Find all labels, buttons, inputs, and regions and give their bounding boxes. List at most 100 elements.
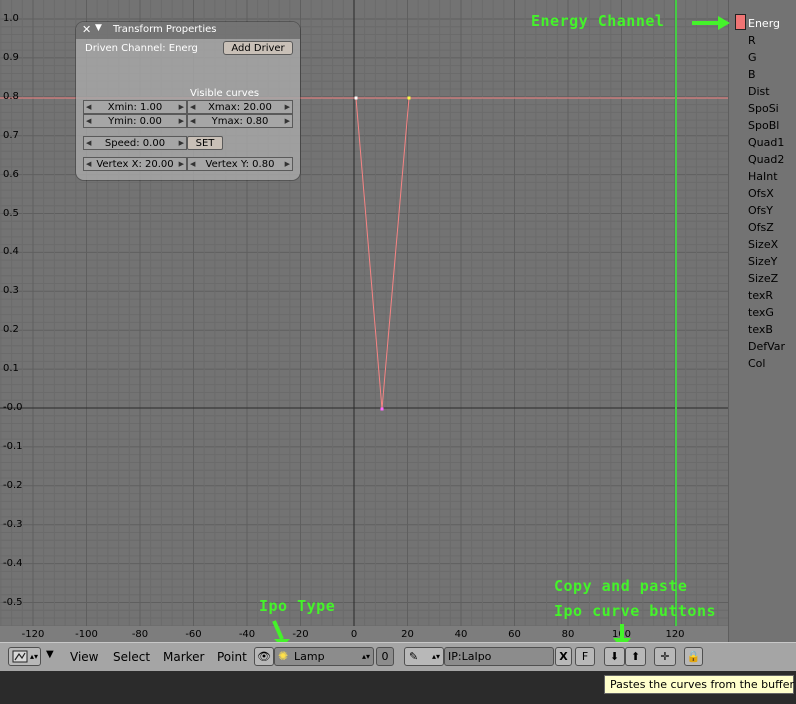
xmin-field[interactable]: ◀ Xmin: 1.00 ▶: [83, 100, 187, 114]
increment-icon[interactable]: ▶: [285, 101, 290, 114]
crosshair-icon: ✛: [660, 650, 670, 663]
ipo-name-field[interactable]: IP:LaIpo: [444, 647, 554, 666]
channel-item-g[interactable]: G: [748, 51, 757, 64]
set-speed-button[interactable]: SET: [187, 136, 223, 150]
decrement-icon[interactable]: ◀: [190, 158, 195, 171]
channel-item-quad1[interactable]: Quad1: [748, 136, 784, 149]
increment-icon[interactable]: ▶: [179, 115, 184, 128]
add-driver-button[interactable]: Add Driver: [223, 41, 293, 55]
curve-vertex[interactable]: [354, 96, 358, 100]
channel-item-dist[interactable]: Dist: [748, 85, 770, 98]
chevron-updown-icon: ▴▾: [361, 652, 370, 661]
ipo-channel-list: Energ R G B Dist SpoSi SpoBl Quad1 Quad2 HaInt Ofs…: [728, 0, 796, 642]
menu-marker[interactable]: Marker: [163, 650, 204, 664]
y-tick-label: -0.5: [3, 596, 23, 608]
increment-icon[interactable]: ▶: [179, 101, 184, 114]
x-tick-label: 120: [665, 629, 685, 640]
unlink-ipo-button[interactable]: X: [555, 647, 572, 666]
ipo-type-label: Lamp: [294, 650, 325, 663]
ipo-block-index[interactable]: 0: [376, 647, 394, 666]
increment-icon[interactable]: ▶: [285, 115, 290, 128]
ipo-browse-menu[interactable]: ✎ ▴▾: [404, 647, 444, 666]
decrement-icon[interactable]: ◀: [86, 115, 91, 128]
chevron-updown-icon: ▴▾: [29, 652, 38, 661]
menu-point[interactable]: Point: [217, 650, 247, 664]
y-tick-label: -0.0: [3, 402, 23, 413]
ipo-browse-icon: ✎: [409, 650, 419, 663]
view-all-button[interactable]: ✛: [654, 647, 676, 666]
x-tick-label: -20: [292, 629, 309, 640]
increment-icon[interactable]: ▶: [179, 158, 184, 171]
panel-header[interactable]: ✕ ▼ Transform Properties: [76, 22, 300, 39]
decrement-icon[interactable]: ◀: [86, 137, 91, 150]
channel-item-col[interactable]: Col: [748, 357, 765, 370]
decrement-icon[interactable]: ◀: [190, 115, 195, 128]
panel-title: Transform Properties: [113, 24, 217, 35]
ipo-graph-area[interactable]: 1.0 0.9 0.8 0.7 0.6 0.5 0.4 0.3 0.2 0.1 -0.0 -0.1 -0…: [0, 0, 728, 642]
annotation-copy-paste-line1: Copy and paste: [554, 577, 688, 595]
channel-item-defvar[interactable]: DefVar: [748, 340, 785, 353]
lock-button[interactable]: 🔒: [684, 647, 703, 666]
energy-ipo-curve[interactable]: [355, 97, 410, 410]
arrow-right-icon: [692, 16, 730, 30]
xmax-field[interactable]: ◀ Xmax: 20.00 ▶: [187, 100, 293, 114]
channel-item-ofsy[interactable]: OfsY: [748, 204, 773, 217]
channel-item-quad2[interactable]: Quad2: [748, 153, 784, 166]
channel-item-sizez[interactable]: SizeZ: [748, 272, 778, 285]
annotation-energy-channel: Energy Channel: [531, 12, 665, 30]
channel-item-sizex[interactable]: SizeX: [748, 238, 778, 251]
menu-select[interactable]: Select: [113, 650, 150, 664]
x-tick-label: 0: [350, 629, 358, 640]
copy-curves-button[interactable]: ⬇: [604, 647, 625, 666]
ipo-curve-editor-icon: [12, 650, 28, 663]
ipo-type-menu[interactable]: ✺ Lamp ▴▾: [274, 647, 374, 666]
y-tick-label: 1.0: [3, 13, 19, 24]
channel-item-texb[interactable]: texB: [748, 323, 773, 336]
channel-item-ofsz[interactable]: OfsZ: [748, 221, 774, 234]
lamp-icon: ✺: [278, 649, 289, 663]
transform-properties-panel: ✕ ▼ Transform Properties Driven Channel:…: [76, 22, 300, 180]
speed-field[interactable]: ◀ Speed: 0.00 ▶: [83, 136, 187, 150]
increment-icon[interactable]: ▶: [285, 158, 290, 171]
channel-item-texr[interactable]: texR: [748, 289, 773, 302]
editor-type-menu[interactable]: ▴▾: [8, 647, 41, 666]
header-collapse-icon[interactable]: ▼: [46, 649, 54, 660]
copy-down-arrow-icon: ⬇: [609, 650, 620, 663]
paste-curves-button[interactable]: ⬆: [625, 647, 646, 666]
menu-view[interactable]: View: [70, 650, 98, 664]
x-tick-label: -40: [238, 629, 256, 640]
channel-item-sizey[interactable]: SizeY: [748, 255, 777, 268]
decrement-icon[interactable]: ◀: [86, 158, 91, 171]
curve-vertex-selected[interactable]: [407, 96, 411, 100]
y-tick-label: 0.4: [3, 246, 19, 258]
curve-vertex[interactable]: [380, 407, 384, 411]
x-tick-label: 80: [561, 629, 575, 640]
close-icon[interactable]: ✕: [82, 23, 91, 36]
y-tick-label: 0.2: [3, 324, 19, 336]
y-tick-label: -0.2: [3, 479, 23, 491]
decrement-icon[interactable]: ◀: [190, 101, 195, 114]
view-visible-toggle[interactable]: 👁: [254, 647, 274, 666]
vertex-y-field[interactable]: ◀ Vertex Y: 0.80 ▶: [187, 157, 293, 171]
channel-item-haint[interactable]: HaInt: [748, 170, 778, 183]
ymax-field[interactable]: ◀ Ymax: 0.80 ▶: [187, 114, 293, 128]
channel-item-b[interactable]: B: [748, 68, 756, 81]
ymin-field[interactable]: ◀ Ymin: 0.00 ▶: [83, 114, 187, 128]
vertex-x-field[interactable]: ◀ Vertex X: 20.00 ▶: [83, 157, 187, 171]
x-tick-label: 40: [454, 629, 468, 640]
channel-item-r[interactable]: R: [748, 34, 756, 47]
channel-item-ofsx[interactable]: OfsX: [748, 187, 774, 200]
decrement-icon[interactable]: ◀: [86, 101, 91, 114]
chevron-updown-icon: ▴▾: [431, 652, 440, 661]
channel-item-energ[interactable]: Energ: [748, 17, 780, 30]
visible-curves-label: Visible curves: [190, 88, 260, 99]
channel-item-spobl[interactable]: SpoBl: [748, 119, 779, 132]
channel-item-texg[interactable]: texG: [748, 306, 774, 319]
fake-user-button[interactable]: F: [575, 647, 595, 666]
channel-item-sposi[interactable]: SpoSi: [748, 102, 779, 115]
energy-channel-color-swatch[interactable]: [735, 14, 746, 30]
y-tick-label: 0.8: [3, 90, 19, 102]
collapse-icon[interactable]: ▼: [95, 23, 102, 33]
y-tick-label: 0.9: [3, 51, 19, 63]
increment-icon[interactable]: ▶: [179, 137, 184, 150]
